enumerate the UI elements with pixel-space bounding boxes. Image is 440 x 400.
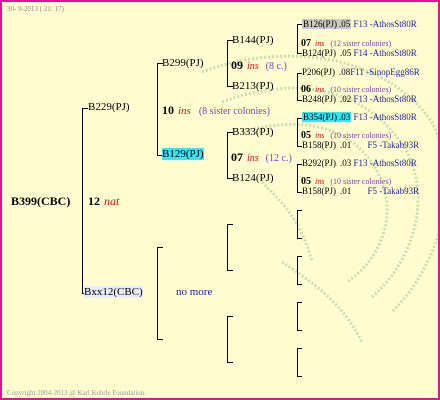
tree-line: [297, 256, 302, 257]
leaf-row[interactable]: B292(PJ) .03 F13 -AthosSt80R: [302, 158, 417, 168]
tree-line: [227, 40, 228, 86]
leaf-label[interactable]: B124(PJ): [302, 48, 336, 58]
leaf-num: .05: [340, 48, 352, 58]
tree-line: [82, 108, 83, 294]
tree-line: [227, 270, 233, 271]
root-gen-num: 12: [88, 194, 100, 208]
ggs3-gen-mark: ins: [315, 131, 325, 140]
leaf-num: .05: [338, 19, 352, 29]
tree-line: [297, 330, 302, 331]
leaf-label[interactable]: B158(PJ): [302, 186, 336, 196]
leaf-num: .01: [340, 140, 352, 150]
leaf-ref: F13 -AthosSt80R: [353, 94, 417, 104]
tree-line: [297, 376, 302, 377]
leaf-num: .02: [340, 94, 352, 104]
leaf-ref: F14 -AthosSt80R: [353, 48, 417, 58]
tree-line: [297, 164, 298, 192]
tree-line: [297, 302, 302, 303]
leaf-row[interactable]: B126(PJ) .05 F13 -AthosSt80R: [302, 19, 417, 29]
leaf-label[interactable]: B354(PJ): [302, 112, 339, 122]
sire-gen-mark: ins: [178, 105, 191, 117]
leaf-label[interactable]: B158(PJ): [302, 140, 336, 150]
tree-line: [297, 73, 298, 100]
tree-line: [297, 118, 298, 146]
sire-colonies: (8 sister colonies): [198, 106, 270, 117]
leaf-num: .08: [339, 67, 351, 77]
tree-line: [297, 348, 302, 349]
root-node[interactable]: B399(CBC): [11, 192, 70, 210]
ggs4-colonies: (10 sister colonies): [330, 177, 392, 186]
leaf-ref: F13 -AthosSt80R: [353, 112, 417, 122]
ggs2-colonies: (10 sister colonies): [330, 85, 392, 94]
tree-line: [297, 238, 302, 239]
leaf-label[interactable]: B248(PJ): [302, 94, 336, 104]
root-label[interactable]: B399(CBC): [11, 194, 70, 208]
gs2-gen-mark: ins: [247, 153, 259, 164]
leaf-ref: F5 -Takab93R: [367, 140, 420, 150]
leaf-row[interactable]: B158(PJ) .01 F5 -Takab93R: [302, 186, 419, 196]
leaf-row[interactable]: B248(PJ) .02 F13 -AthosSt80R: [302, 94, 417, 104]
tree-line: [227, 224, 233, 225]
tree-line: [227, 316, 233, 317]
ggs1-colonies: (12 sister colonies): [330, 39, 392, 48]
gs1-gen-num: 09: [231, 58, 243, 72]
tree-line: [227, 132, 228, 178]
leaf-row[interactable]: B124(PJ) .05 F14 -AthosSt80R: [302, 48, 417, 58]
report-date: 30- 9-2013 ( 21: 17): [7, 5, 64, 13]
gs2-gen-num: 07: [231, 150, 243, 164]
ggs2-gen-mark: ins: [315, 85, 325, 94]
tree-line: [297, 284, 302, 285]
leaf-ref: F11 -SinopEgg86R: [350, 67, 420, 77]
grandsire-1-node[interactable]: B299(PJ): [162, 57, 204, 69]
tree-line: [227, 224, 228, 270]
gs1-colonies: (8 c.): [265, 61, 287, 72]
leaf-ref: F5 -Takab93R: [367, 186, 420, 196]
leaf-ref: F13 -AthosSt80R: [353, 158, 417, 168]
tree-line: [157, 339, 163, 340]
gs2-colonies: (12 c.): [265, 153, 292, 164]
dam-node[interactable]: Bxx12(CBC): [84, 286, 143, 298]
sire-node[interactable]: B229(PJ): [88, 101, 130, 113]
tree-line: [227, 362, 233, 363]
ggs-3-node[interactable]: B333(PJ): [232, 126, 274, 138]
leaf-row[interactable]: B354(PJ) .03 F13 -AthosSt80R: [302, 112, 417, 122]
leaf-label[interactable]: B126(PJ): [302, 19, 339, 29]
leaf-label[interactable]: B292(PJ): [302, 158, 336, 168]
dam-note: no more: [176, 286, 213, 298]
tree-line: [157, 63, 158, 155]
leaf-num: .03: [338, 112, 352, 122]
leaf-num: .03: [340, 158, 352, 168]
tree-line: [227, 316, 228, 362]
root-generation: 12 nat: [88, 192, 119, 210]
leaf-label[interactable]: P206(PJ): [302, 67, 335, 77]
tree-line: [297, 210, 302, 211]
tree-line: [297, 210, 298, 238]
ggs-2-node[interactable]: B213(PJ): [232, 80, 274, 92]
leaf-row[interactable]: P206(PJ) .08F11 -SinopEgg86R: [302, 67, 420, 77]
ggs4-gen-mark: ins: [315, 177, 325, 186]
gs1-gen-mark: ins: [247, 61, 259, 72]
leaf-num: .01: [340, 186, 352, 196]
grandsire-2-generation: 07 ins (12 c.): [231, 148, 292, 166]
sire-gen-num: 10: [162, 103, 174, 117]
ggs1-gen-mark: ins: [315, 39, 325, 48]
ggs3-colonies: (10 sister colonies): [330, 131, 392, 140]
root-gen-mark: nat: [104, 194, 120, 208]
leaf-ref: F13 -AthosSt80R: [353, 19, 417, 29]
tree-line: [157, 247, 163, 248]
ggs-4-node[interactable]: B124(PJ): [232, 172, 274, 184]
tree-line: [297, 24, 298, 53]
sire-generation: 10 ins (8 sister colonies): [162, 101, 270, 119]
pedigree-frame: 30- 9-2013 ( 21: 17) B399(CBC) 12 nat B2…: [0, 0, 440, 400]
ggs-1-node[interactable]: B144(PJ): [232, 34, 274, 46]
copyright-footer: Copyright 2004-2013 @ Karl Kehrle Founda…: [7, 389, 147, 397]
tree-line: [297, 256, 298, 284]
tree-line: [297, 302, 298, 330]
tree-line: [157, 247, 158, 339]
grandsire-1-generation: 09 ins (8 c.): [231, 56, 287, 74]
leaf-row[interactable]: B158(PJ) .01 F5 -Takab93R: [302, 140, 419, 150]
tree-line: [297, 348, 298, 376]
grandsire-2-node[interactable]: B129(PJ): [162, 148, 204, 160]
